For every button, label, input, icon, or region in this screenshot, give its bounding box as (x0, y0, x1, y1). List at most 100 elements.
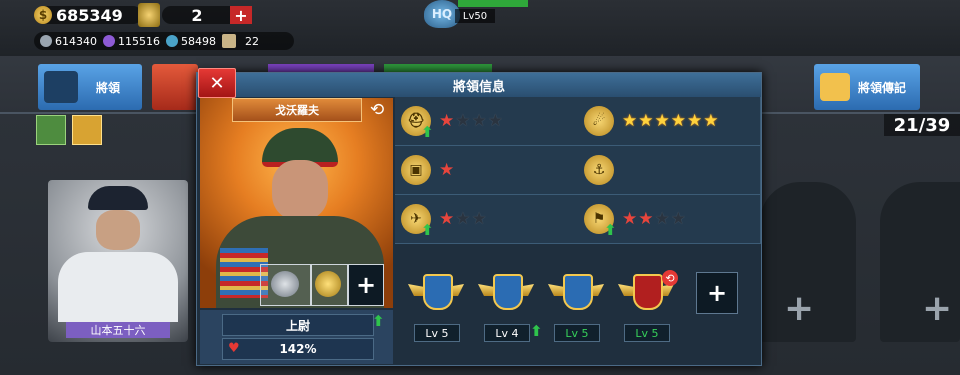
artillery-icon: ☄ (584, 106, 614, 136)
skill-upgrade-arrow-icon[interactable]: ⬆ (604, 221, 617, 239)
empty-slot-plus-2: + (922, 288, 953, 329)
population-icon (222, 34, 236, 48)
badge-upgrade-arrow-icon[interactable]: ⬆ (530, 322, 543, 340)
star-filled-icon: ★ (439, 209, 456, 229)
cap-icon (88, 186, 148, 210)
roster-name-yamamoto: 山本五十六 (66, 322, 170, 338)
close-button[interactable]: ✕ (198, 68, 236, 98)
skill-upgrade-arrow-icon[interactable]: ⬆ (421, 123, 434, 141)
resource-oil: 115516 (118, 34, 160, 48)
badge-level: Lv 5 (414, 324, 460, 342)
hq-progress (458, 0, 528, 7)
skill-upgrade-arrow-icon[interactable]: ⬆ (421, 221, 434, 239)
add-medal-button[interactable]: + (230, 6, 252, 25)
rank-upgrade-arrow-icon[interactable]: ⬆ (372, 312, 385, 330)
skill-cell-infantry[interactable]: ⛑ ⬆ ★★★★ (395, 97, 579, 146)
swap-icon[interactable]: ⟲ (370, 100, 390, 120)
skill-cell-tank[interactable]: ▣ ★ (395, 146, 579, 195)
resource-steel: 614340 (55, 34, 97, 48)
skill-stars: ★ (439, 160, 455, 180)
biography-icon (820, 73, 850, 101)
tab-generals[interactable]: 將領 (38, 64, 142, 110)
star-filled-icon: ★ (654, 111, 671, 131)
medal-slot-2[interactable] (310, 264, 348, 306)
star-empty-icon: ★ (654, 209, 671, 229)
panel-title: 將領信息 (197, 73, 761, 97)
tab-biography-label: 將領傳記 (858, 80, 907, 95)
medal-star-icon (271, 271, 299, 297)
skill-cell-airforce[interactable]: ✈ ⬆ ★★★ (395, 195, 579, 244)
star-filled-icon: ★ (622, 209, 639, 229)
badge-level: Lv 4 (484, 324, 530, 342)
badge-level: Lv 5 (624, 324, 670, 342)
general-head-icon (44, 71, 78, 103)
hp-text: 142% (279, 342, 317, 356)
medal-gold-icon (315, 271, 341, 297)
add-badge-button[interactable]: + (696, 272, 738, 314)
star-filled-icon: ★ (439, 160, 456, 180)
plus-icon: + (355, 271, 377, 299)
steel-icon (40, 35, 52, 47)
badge-3[interactable] (548, 272, 604, 310)
roster-count: 21/39 (884, 114, 960, 136)
coin-icon: $ (34, 6, 52, 24)
uniform-icon (58, 252, 178, 322)
star-filled-icon: ★ (703, 111, 720, 131)
oil-icon (103, 35, 115, 47)
resource-population: 22 (245, 34, 259, 48)
tank-icon: ▣ (401, 155, 431, 185)
add-medal-slot-button[interactable]: + (348, 264, 384, 306)
badge-2[interactable] (478, 272, 534, 310)
rare-metal-icon (166, 35, 178, 47)
medal-slot-1[interactable] (260, 264, 312, 306)
tab-green[interactable] (384, 64, 492, 72)
face-icon (96, 210, 140, 250)
panel-title-text: 將領信息 (452, 79, 505, 95)
star-empty-icon: ★ (670, 209, 687, 229)
badge-shield-icon (493, 274, 523, 310)
empty-slot-plus-1: + (784, 288, 815, 329)
skill-stars: ★★★★ (622, 209, 687, 229)
filter-navy-icon[interactable] (72, 115, 102, 145)
tab-purple[interactable] (268, 64, 374, 72)
hq-level: Lv50 (455, 9, 495, 23)
star-filled-icon: ★ (622, 111, 639, 131)
badge-refresh-icon[interactable]: ⟲ (662, 270, 678, 286)
hq-label: HQ (431, 7, 453, 21)
star-filled-icon: ★ (638, 111, 655, 131)
general-name: 戈沃羅夫 (275, 104, 319, 117)
filter-army-icon[interactable] (36, 115, 66, 145)
badge-shield-icon (563, 274, 593, 310)
heart-icon: ♥ (228, 341, 240, 356)
rank-text: 上尉 (285, 318, 310, 333)
resource-bar: 614340 115516 58498 22 (34, 32, 294, 50)
navy-icon: ⚓ (584, 155, 614, 185)
roster-card-yamamoto[interactable] (48, 180, 188, 342)
star-empty-icon: ★ (471, 111, 488, 131)
tab-medals[interactable] (152, 64, 198, 110)
coin-value: 685349 (56, 5, 123, 25)
tab-biography[interactable]: 將領傳記 (814, 64, 920, 110)
star-empty-icon: ★ (455, 111, 472, 131)
rank-field: 上尉 (222, 314, 374, 336)
skills-divider (395, 243, 759, 244)
star-empty-icon: ★ (471, 209, 488, 229)
skill-stars: ★★★★★★ (622, 111, 720, 131)
medal-value: 2 (191, 5, 203, 25)
skill-cell-engineer[interactable]: ⚑ ⬆ ★★★★ (578, 195, 761, 244)
badge-level: Lv 5 (554, 324, 600, 342)
close-icon: ✕ (209, 72, 225, 94)
coin-counter[interactable]: $ 685349 (34, 5, 142, 25)
resource-rare: 58498 (181, 34, 216, 48)
star-empty-icon: ★ (487, 111, 504, 131)
hp-field: 142% (222, 338, 374, 360)
general-name-banner: 戈沃羅夫 (232, 98, 362, 122)
plus-icon: + (706, 279, 728, 307)
badge-1[interactable] (408, 272, 464, 310)
skill-cell-navy[interactable]: ⚓ (578, 146, 761, 195)
skill-cell-artillery[interactable]: ☄ ★★★★★★ (578, 97, 761, 146)
star-filled-icon: ★ (687, 111, 704, 131)
general-face (272, 160, 328, 220)
star-empty-icon: ★ (455, 209, 472, 229)
medal-icon (138, 3, 160, 27)
